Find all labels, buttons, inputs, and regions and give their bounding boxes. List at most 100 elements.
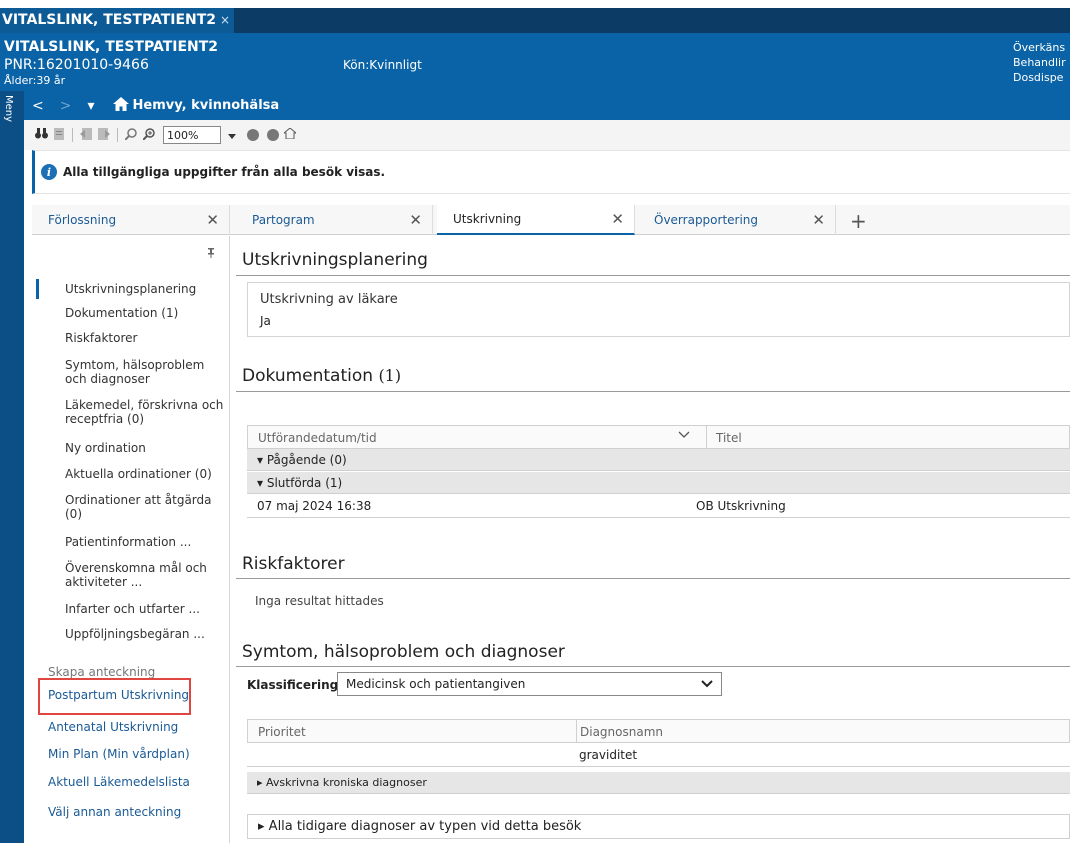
sidebar-item-ny-ordination[interactable]: Ny ordination xyxy=(65,441,225,455)
chevron-down-icon[interactable]: ▾ xyxy=(79,98,102,114)
sidebar-item-utskrivningsplanering[interactable]: Utskrivningsplanering xyxy=(65,282,225,296)
close-icon[interactable]: ✕ xyxy=(812,211,825,229)
section-count: (1) xyxy=(378,366,402,385)
sidebar-item-symtom[interactable]: Symtom, hälsoproblem och diagnoser xyxy=(65,358,225,386)
table-header: Utförandedatum/tid Titel xyxy=(247,425,1070,449)
tab-partogram[interactable]: Partogram ✕ xyxy=(236,205,433,235)
close-icon[interactable]: × xyxy=(220,8,230,33)
link-postpartum-utskrivning[interactable]: Postpartum Utskrivning xyxy=(48,688,189,702)
column-header-priority[interactable]: Prioritet xyxy=(258,725,306,739)
first-page-icon[interactable] xyxy=(79,127,93,143)
dose-dispensing-info[interactable]: Dosdispe xyxy=(1013,70,1066,85)
sidebar-item-overenskomna-mal[interactable]: Överenskomna mål och aktiviteter ... xyxy=(65,561,225,589)
forward-icon[interactable]: > xyxy=(52,98,80,114)
link-aktuell-lakemedelslista[interactable]: Aktuell Läkemedelslista xyxy=(48,775,190,789)
tab-strip: Förlossning ✕ Partogram ✕ Utskrivning ✕ … xyxy=(32,205,1070,235)
column-divider xyxy=(576,720,577,742)
row-title[interactable]: OB Utskrivning xyxy=(696,499,786,513)
title-bar: VITALSLINK, TESTPATIENT2 × xyxy=(0,8,1070,33)
pin-icon[interactable] xyxy=(208,248,214,261)
table-row[interactable]: 07 maj 2024 16:38 OB Utskrivning xyxy=(247,494,1070,518)
toolbar-divider xyxy=(117,128,118,142)
banner-right-info: Överkäns Behandlir Dosdispe xyxy=(1013,40,1066,85)
tab-label: Utskrivning xyxy=(453,212,522,226)
classification-value: Medicinsk och patientangiven xyxy=(346,677,526,691)
circle-icon[interactable] xyxy=(267,129,279,141)
sidebar-item-infarter-utfarter[interactable]: Infarter och utfarter ... xyxy=(65,602,225,616)
tab-utskrivning[interactable]: Utskrivning ✕ xyxy=(437,205,635,235)
link-valj-annan-anteckning[interactable]: Välj annan anteckning xyxy=(48,805,181,819)
back-icon[interactable]: < xyxy=(24,98,52,114)
section-sidebar: Utskrivningsplanering Dokumentation (1) … xyxy=(32,236,230,843)
chevron-down-icon xyxy=(701,677,713,691)
sidebar-item-patientinformation[interactable]: Patientinformation ... xyxy=(65,535,225,549)
tab-label: Överrapportering xyxy=(654,213,759,227)
info-text: Alla tillgängliga uppgifter från alla be… xyxy=(63,165,386,179)
sidebar-item-dokumentation[interactable]: Dokumentation (1) xyxy=(65,306,225,320)
sidebar-item-lakemedel[interactable]: Läkemedel, förskrivna och receptfria (0) xyxy=(65,398,225,426)
section-divider xyxy=(236,666,1070,667)
diagnoses-table: Prioritet Diagnosnamn graviditet ▸ Avskr… xyxy=(247,719,1070,794)
patient-banner: VITALSLINK, TESTPATIENT2 PNR:16201010-94… xyxy=(0,33,1070,91)
column-header-title[interactable]: Titel xyxy=(716,431,742,445)
next-page-icon[interactable] xyxy=(97,127,111,143)
home-icon[interactable] xyxy=(103,96,133,115)
section-title-symtom: Symtom, hälsoproblem och diagnoser xyxy=(242,642,565,662)
group-row-slutforda[interactable]: ▾ Slutförda (1) xyxy=(247,472,1070,494)
column-header-date[interactable]: Utförandedatum/tid xyxy=(258,431,377,445)
all-previous-diagnoses-row[interactable]: ▸ Alla tidigare diagnoser av typen vid d… xyxy=(247,814,1070,839)
table-row[interactable]: graviditet xyxy=(247,743,1070,767)
close-icon[interactable]: ✕ xyxy=(409,211,422,229)
tab-overrapportering[interactable]: Överrapportering ✕ xyxy=(638,205,836,235)
sidebar-item-uppfoljningsbegaran[interactable]: Uppföljningsbegäran ... xyxy=(65,627,225,641)
toolbar-divider xyxy=(72,128,73,142)
allergy-info[interactable]: Överkäns xyxy=(1013,40,1066,55)
active-section-marker xyxy=(36,279,39,299)
patient-tab-label: VITALSLINK, TESTPATIENT2 xyxy=(2,12,217,28)
page-icon[interactable] xyxy=(52,127,66,143)
sidebar-item-riskfaktorer[interactable]: Riskfaktorer xyxy=(65,331,225,345)
treatment-info[interactable]: Behandlir xyxy=(1013,55,1066,70)
patient-tab[interactable]: VITALSLINK, TESTPATIENT2 × xyxy=(0,8,235,33)
link-min-plan[interactable]: Min Plan (Min vårdplan) xyxy=(48,747,190,761)
caret-down-icon: ▾ xyxy=(257,476,264,490)
menu-rail[interactable]: Meny xyxy=(0,91,24,843)
section-title-dokumentation: Dokumentation (1) xyxy=(242,366,401,386)
classification-label: Klassificering xyxy=(247,678,339,692)
tab-label: Förlossning xyxy=(48,213,117,227)
field-value: Ja xyxy=(260,314,271,328)
add-tab-icon[interactable]: + xyxy=(850,209,867,233)
info-icon: i xyxy=(41,164,57,180)
zoom-select[interactable]: 100% xyxy=(163,126,221,144)
zoom-in-icon[interactable] xyxy=(142,127,156,143)
menu-label[interactable]: Meny xyxy=(3,95,14,122)
section-title-text: Dokumentation xyxy=(242,366,374,386)
close-icon[interactable]: ✕ xyxy=(206,211,219,229)
tab-forlossning[interactable]: Förlossning ✕ xyxy=(32,205,230,235)
classification-select[interactable]: Medicinsk och patientangiven xyxy=(337,672,722,696)
link-antenatal-utskrivning[interactable]: Antenatal Utskrivning xyxy=(48,720,178,734)
group-row-avskrivna[interactable]: ▸ Avskrivna kroniska diagnoser xyxy=(247,772,1070,794)
close-icon[interactable]: ✕ xyxy=(611,210,624,228)
sidebar-item-ordinationer-att-atgarda[interactable]: Ordinationer att åtgärda (0) xyxy=(65,493,225,521)
sidebar-item-aktuella-ordinationer[interactable]: Aktuella ordinationer (0) xyxy=(65,467,225,481)
group-row-pagaende[interactable]: ▾ Pågående (0) xyxy=(247,449,1070,471)
patient-age: Ålder:39 år xyxy=(4,74,66,87)
house-icon[interactable] xyxy=(282,127,298,142)
column-header-diagnosis[interactable]: Diagnosnamn xyxy=(580,725,663,739)
group-label: Pågående (0) xyxy=(266,453,347,467)
caret-right-icon: ▸ xyxy=(258,819,265,834)
chevron-down-icon[interactable] xyxy=(678,428,690,443)
circle-icon[interactable] xyxy=(247,129,259,141)
all-previous-label: Alla tidigare diagnoser av typen vid det… xyxy=(268,819,582,834)
binoculars-icon[interactable] xyxy=(34,128,48,142)
patient-name: VITALSLINK, TESTPATIENT2 xyxy=(4,39,219,55)
patient-sex: Kön:Kvinnligt xyxy=(343,58,422,72)
caret-right-icon: ▸ xyxy=(257,776,263,789)
caret-down-icon: ▾ xyxy=(257,453,264,467)
chevron-down-icon[interactable] xyxy=(225,128,239,142)
tab-label: Partogram xyxy=(252,213,315,227)
zoom-value: 100% xyxy=(167,128,199,142)
row-date: 07 maj 2024 16:38 xyxy=(257,499,372,513)
zoom-out-icon[interactable] xyxy=(124,127,138,143)
